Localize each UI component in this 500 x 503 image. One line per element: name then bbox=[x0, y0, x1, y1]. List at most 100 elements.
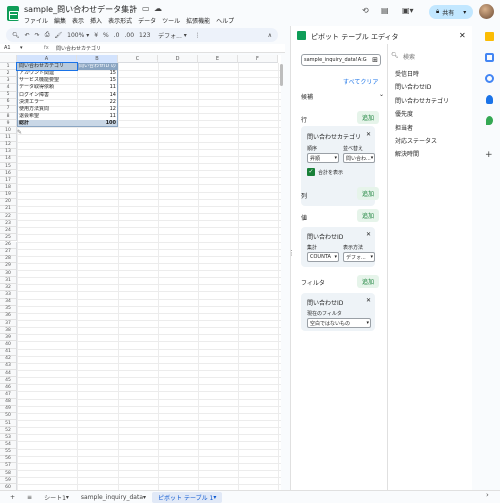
pivot-cell[interactable]: サービス機能要望 bbox=[17, 77, 77, 84]
add-rows-button[interactable]: 追加 bbox=[357, 111, 380, 124]
row-header[interactable]: 4 bbox=[0, 84, 17, 92]
pivot-header-cell[interactable]: 問い合わせID の bbox=[77, 63, 118, 71]
row-header[interactable]: 54 bbox=[0, 441, 17, 449]
sheet-tab[interactable]: ピボット テーブル 1 ▾ bbox=[152, 491, 223, 503]
row-header[interactable]: 44 bbox=[0, 370, 17, 378]
pivot-cell[interactable]: 決済エラー bbox=[17, 99, 77, 106]
sheet-tab-menu-icon[interactable]: ▾ bbox=[213, 494, 216, 501]
row-header[interactable]: 8 bbox=[0, 112, 17, 121]
row-header[interactable]: 40 bbox=[0, 341, 17, 349]
row-header[interactable]: 31 bbox=[0, 277, 17, 285]
grid-select-icon[interactable]: ⊞ bbox=[372, 56, 378, 64]
pivot-cell[interactable]: 22 bbox=[77, 99, 118, 106]
show-as-select[interactable]: デフォ... ▾ bbox=[343, 252, 375, 262]
row-header[interactable]: 20 bbox=[0, 198, 17, 206]
row-header[interactable]: 6 bbox=[0, 98, 17, 106]
add-filters-button[interactable]: 追加 bbox=[357, 275, 380, 288]
row-header[interactable]: 36 bbox=[0, 312, 17, 321]
row-header[interactable]: 30 bbox=[0, 270, 17, 278]
row-header[interactable]: 33 bbox=[0, 291, 17, 299]
all-sheets-button[interactable]: ≡ bbox=[21, 492, 38, 503]
field-item[interactable]: 受信日時 bbox=[395, 69, 419, 78]
row-header[interactable]: 21 bbox=[0, 205, 17, 213]
row-header[interactable]: 34 bbox=[0, 298, 17, 306]
menu-item[interactable]: ツール bbox=[162, 16, 180, 25]
row-header[interactable]: 11 bbox=[0, 134, 17, 142]
row-header[interactable]: 14 bbox=[0, 155, 17, 163]
row-header[interactable]: 59 bbox=[0, 477, 17, 485]
video-call-icon[interactable]: ▣▾ bbox=[402, 6, 414, 15]
row-header[interactable]: 35 bbox=[0, 305, 17, 313]
row-header[interactable]: 12 bbox=[0, 141, 17, 149]
redo-icon[interactable]: ↷ bbox=[33, 30, 42, 41]
comment-icon[interactable]: ▤ bbox=[381, 6, 389, 15]
column-header[interactable]: F bbox=[238, 55, 278, 63]
row-header[interactable]: 19 bbox=[0, 191, 17, 199]
show-totals-checkbox[interactable]: ✓ bbox=[307, 168, 315, 176]
document-title[interactable]: sample_問い合わせデータ集計 bbox=[24, 4, 137, 15]
remove-filter-field-icon[interactable]: ✕ bbox=[366, 297, 371, 304]
row-header[interactable]: 5 bbox=[0, 91, 17, 99]
row-header[interactable]: 3 bbox=[0, 77, 17, 85]
share-dropdown-icon[interactable]: ▾ bbox=[463, 9, 466, 16]
row-header[interactable]: 26 bbox=[0, 241, 17, 249]
sheet-tab-menu-icon[interactable]: ▾ bbox=[143, 494, 146, 501]
pivot-cell[interactable]: 12 bbox=[77, 106, 118, 113]
search-menus-icon[interactable]: 🔍︎ bbox=[10, 30, 22, 41]
row-header[interactable]: 2 bbox=[0, 70, 17, 78]
row-header[interactable]: 39 bbox=[0, 334, 17, 342]
row-header[interactable]: 9 bbox=[0, 120, 17, 128]
column-header[interactable]: A bbox=[17, 55, 77, 63]
row-header[interactable]: 32 bbox=[0, 284, 17, 292]
pivot-cell[interactable]: 15 bbox=[77, 70, 118, 77]
row-header[interactable]: 15 bbox=[0, 162, 17, 171]
remove-value-field-icon[interactable]: ✕ bbox=[366, 231, 371, 238]
row-header[interactable]: 16 bbox=[0, 170, 17, 178]
pivot-cell[interactable]: ログイン障害 bbox=[17, 92, 77, 99]
close-icon[interactable]: ✕ bbox=[459, 31, 466, 40]
remove-row-field-icon[interactable]: ✕ bbox=[366, 131, 371, 138]
calendar-icon[interactable] bbox=[485, 53, 494, 62]
pivot-cell[interactable]: 使用方法質問 bbox=[17, 106, 77, 113]
column-header[interactable]: D bbox=[158, 55, 198, 63]
summarize-by-select[interactable]: COUNTA ▾ bbox=[307, 252, 339, 262]
spreadsheet-grid[interactable]: ABCDEF 1 2 3 4 5 6 7 8 9 10 11 12 13 14 15 16 17 18 19 20 21… bbox=[0, 55, 281, 490]
font-select[interactable]: デフォ... ▾ bbox=[153, 30, 191, 41]
number-format-button[interactable]: 123 bbox=[137, 30, 152, 41]
folder-icon[interactable]: ▭ bbox=[142, 4, 150, 13]
pivot-header-cell[interactable]: 問い合わせカテゴリ bbox=[16, 61, 78, 72]
increase-decimal-button[interactable]: .00 bbox=[122, 30, 136, 41]
row-header[interactable]: 13 bbox=[0, 148, 17, 156]
row-header[interactable]: 29 bbox=[0, 262, 17, 271]
add-ons-icon[interactable]: + bbox=[485, 150, 493, 160]
row-header[interactable]: 58 bbox=[0, 469, 17, 478]
row-header[interactable]: 28 bbox=[0, 255, 17, 263]
sheet-tab[interactable]: シート1 ▾ bbox=[38, 492, 75, 503]
row-header[interactable]: 22 bbox=[0, 212, 17, 221]
side-panel-toggle-icon[interactable]: › bbox=[486, 491, 489, 499]
row-header[interactable]: 56 bbox=[0, 455, 17, 463]
share-button[interactable]: 🔒︎ 共有 ▾ bbox=[429, 5, 473, 19]
undo-icon[interactable]: ↶ bbox=[23, 30, 32, 41]
menu-item[interactable]: 編集 bbox=[54, 16, 66, 25]
field-item[interactable]: 問い合わせカテゴリ bbox=[395, 96, 449, 105]
paint-format-icon[interactable]: 🖌︎ bbox=[53, 30, 65, 41]
zoom-select[interactable]: 100% ▾ bbox=[65, 30, 91, 41]
formula-input[interactable]: 問い合わせカテゴリ bbox=[56, 45, 101, 52]
pivot-total-cell[interactable]: 100 bbox=[77, 120, 118, 128]
pivot-cell[interactable]: 15 bbox=[77, 77, 118, 84]
menu-item[interactable]: 表示 bbox=[72, 16, 84, 25]
row-header[interactable]: 37 bbox=[0, 320, 17, 328]
row-header[interactable]: 51 bbox=[0, 420, 17, 428]
sheet-tab-menu-icon[interactable]: ▾ bbox=[66, 494, 69, 501]
row-header[interactable]: 18 bbox=[0, 184, 17, 192]
keep-icon[interactable] bbox=[485, 32, 494, 41]
tasks-icon[interactable] bbox=[485, 74, 494, 83]
row-header[interactable]: 49 bbox=[0, 405, 17, 413]
row-header[interactable]: 17 bbox=[0, 177, 17, 185]
menu-item[interactable]: データ bbox=[138, 16, 156, 25]
history-icon[interactable]: ⟲ bbox=[362, 6, 369, 15]
pivot-cell[interactable]: 11 bbox=[77, 113, 118, 120]
order-select[interactable]: 昇順 ▾ bbox=[307, 153, 339, 163]
name-box[interactable]: A1 bbox=[4, 45, 11, 51]
